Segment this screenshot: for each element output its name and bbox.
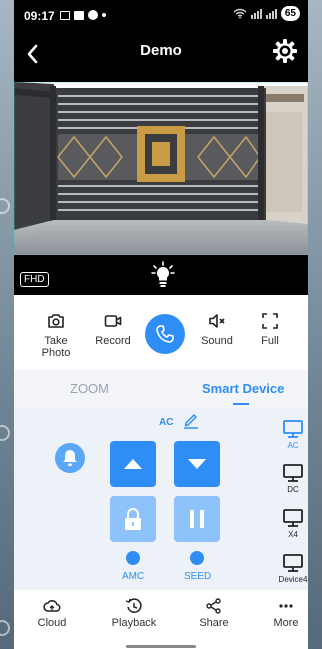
notification-icons — [60, 10, 106, 20]
triangle-up-icon — [124, 459, 142, 469]
device-label: DC — [287, 485, 299, 494]
home-indicator — [126, 645, 196, 648]
status-time: 09:17 — [24, 9, 55, 23]
signal-2-icon — [265, 8, 277, 19]
monitor-icon — [283, 420, 303, 438]
bell-button[interactable] — [55, 443, 85, 473]
take-photo-button[interactable]: Take Photo — [29, 313, 83, 359]
seed-label: SEED — [184, 571, 212, 582]
take-photo-label: Take Photo — [41, 335, 71, 359]
header: Demo — [14, 30, 308, 82]
nav-share[interactable]: Share — [184, 598, 244, 629]
sound-button[interactable]: Sound — [190, 313, 244, 347]
open-up-button[interactable] — [110, 441, 156, 487]
lock-icon — [125, 508, 141, 530]
video-toolbar: FHD — [14, 255, 308, 295]
seed-indicator-dot[interactable] — [190, 551, 204, 565]
phone-icon — [156, 325, 174, 343]
monitor-icon — [283, 554, 303, 572]
call-button[interactable] — [145, 314, 185, 354]
lock-button[interactable] — [110, 496, 156, 542]
device-ac[interactable]: AC — [278, 419, 308, 450]
page-title: Demo — [140, 42, 182, 59]
video-camera-icon — [104, 315, 122, 327]
amc-label: AMC — [122, 571, 145, 582]
current-device-label: AC — [159, 417, 174, 428]
nav-cloud-label: Cloud — [37, 617, 67, 629]
fullscreen-icon — [262, 313, 278, 329]
pause-button[interactable] — [174, 496, 220, 542]
history-icon — [125, 598, 142, 613]
monitor-icon — [283, 464, 303, 482]
triangle-down-icon — [188, 459, 206, 469]
ring-decoration — [0, 425, 10, 441]
device-dc[interactable]: DC — [278, 463, 308, 494]
camera-icon — [48, 314, 64, 328]
nav-playback[interactable]: Playback — [104, 598, 164, 629]
nav-playback-label: Playback — [111, 617, 157, 629]
speaker-muted-icon — [209, 314, 225, 328]
full-screen-button[interactable]: Full — [243, 313, 297, 347]
status-right: 65 — [233, 6, 300, 21]
pause-icon — [190, 510, 204, 528]
screen-icon — [60, 10, 70, 20]
amc-indicator-dot[interactable] — [126, 551, 140, 565]
gallery-icon — [74, 10, 84, 20]
light-bulb-icon[interactable] — [151, 261, 175, 289]
more-notifications-icon — [102, 13, 106, 17]
bell-icon — [63, 450, 77, 466]
nav-more[interactable]: More — [264, 598, 308, 629]
device-label: Device4 — [278, 575, 308, 584]
gate-camera-image — [14, 82, 308, 255]
camera-controls: Take Photo Record Sound Full — [14, 295, 308, 370]
ring-decoration — [0, 198, 10, 214]
status-bar: 09:17 65 — [14, 0, 308, 30]
monitor-icon — [283, 509, 303, 527]
share-icon — [206, 598, 221, 614]
ring-decoration — [0, 620, 10, 636]
nav-share-label: Share — [199, 617, 229, 629]
active-tab-indicator — [233, 403, 249, 405]
device-label: X4 — [288, 530, 298, 539]
background-wallpaper-right — [308, 0, 322, 649]
cloud-icon — [43, 600, 61, 612]
more-dots-icon — [279, 604, 293, 608]
device-label: AC — [287, 441, 299, 450]
camera-feed[interactable] — [14, 82, 308, 255]
background-wallpaper-left — [0, 0, 14, 649]
tab-smart-device[interactable]: Smart Device — [202, 381, 284, 396]
record-button[interactable]: Record — [86, 313, 140, 347]
smart-device-panel: AC AMC SEED AC DC X4 Device4 — [14, 408, 308, 590]
close-down-button[interactable] — [174, 441, 220, 487]
bottom-nav: Cloud Playback Share More — [14, 590, 308, 649]
tab-zoom[interactable]: ZOOM — [70, 381, 109, 396]
battery-icon: 65 — [280, 6, 300, 21]
nav-more-label: More — [273, 617, 299, 629]
tab-bar: ZOOM Smart Device — [14, 370, 308, 408]
sound-label: Sound — [201, 335, 233, 347]
wifi-icon — [233, 8, 247, 19]
nav-cloud[interactable]: Cloud — [22, 598, 82, 629]
device-device4[interactable]: Device4 — [278, 553, 308, 584]
app-screen: 09:17 65 Demo FHD Take Photo Record Soun… — [14, 0, 308, 649]
gear-icon[interactable] — [272, 38, 298, 64]
record-label: Record — [95, 335, 131, 347]
quality-badge[interactable]: FHD — [20, 272, 49, 287]
facebook-icon — [88, 10, 98, 20]
device-x4[interactable]: X4 — [278, 508, 308, 539]
full-label: Full — [261, 335, 279, 347]
signal-icon — [250, 8, 262, 19]
edit-pencil-icon[interactable] — [183, 411, 199, 429]
